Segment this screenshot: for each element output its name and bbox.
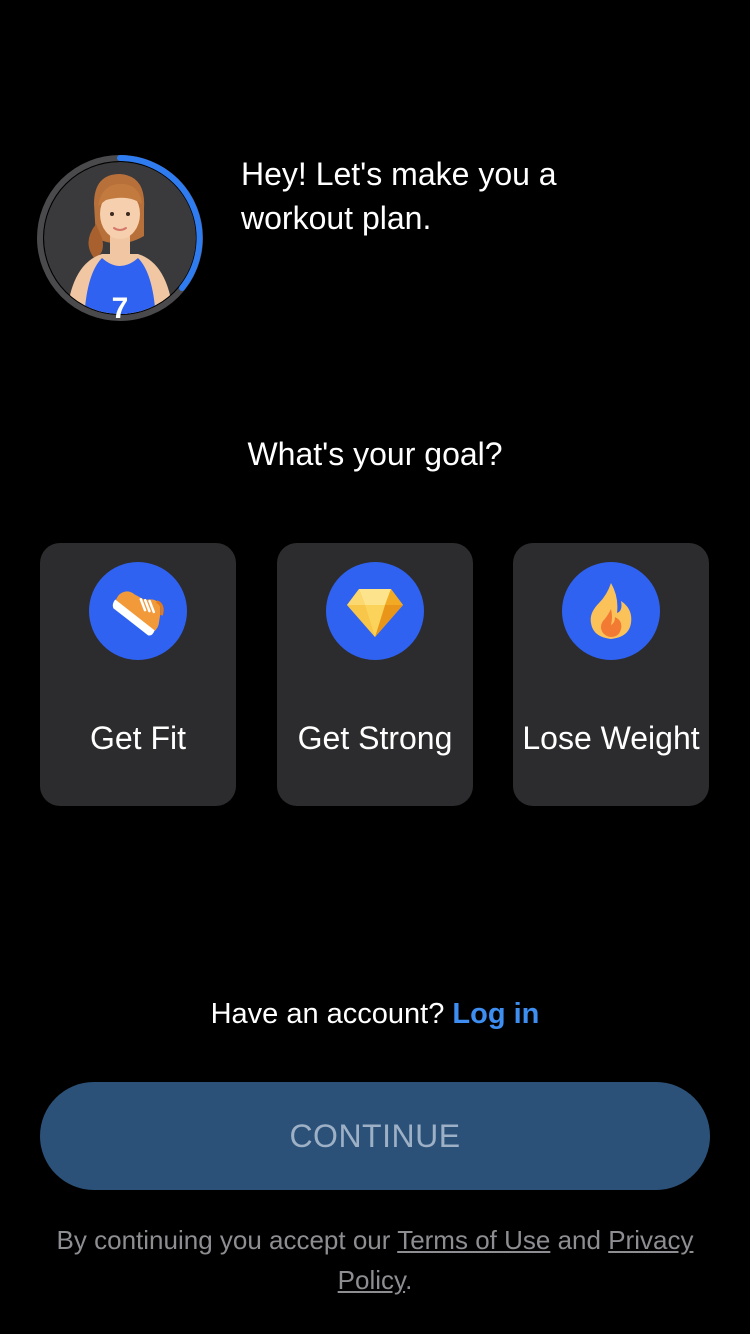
goal-label: Lose Weight <box>522 720 700 756</box>
legal-notice: By continuing you accept our Terms of Us… <box>30 1220 720 1300</box>
continue-button[interactable]: CONTINUE <box>40 1082 710 1190</box>
account-prompt-text: Have an account? <box>210 998 445 1030</box>
sneaker-icon <box>89 562 187 660</box>
goal-question: What's your goal? <box>247 436 503 472</box>
account-prompt: Have an account? Log in <box>0 992 750 1036</box>
goal-label: Get Fit <box>89 720 186 756</box>
login-link[interactable]: Log in <box>452 998 539 1030</box>
flame-icon <box>562 562 660 660</box>
legal-suffix: . <box>405 1265 413 1295</box>
goal-option-get-strong[interactable]: Get Strong <box>277 543 473 806</box>
legal-conjunction: and <box>557 1225 601 1255</box>
coach-avatar: 7 <box>36 154 204 322</box>
goal-option-lose-weight[interactable]: Lose Weight <box>513 543 709 806</box>
diamond-icon <box>326 562 424 660</box>
terms-of-use-link[interactable]: Terms of Use <box>397 1225 550 1255</box>
coach-greeting: Hey! Let's make you a workout plan. <box>241 156 557 236</box>
legal-prefix: By continuing you accept our <box>56 1225 391 1255</box>
goal-label: Get Strong <box>297 720 453 756</box>
goal-option-get-fit[interactable]: Get Fit <box>40 543 236 806</box>
shirt-number: 7 <box>112 292 129 322</box>
